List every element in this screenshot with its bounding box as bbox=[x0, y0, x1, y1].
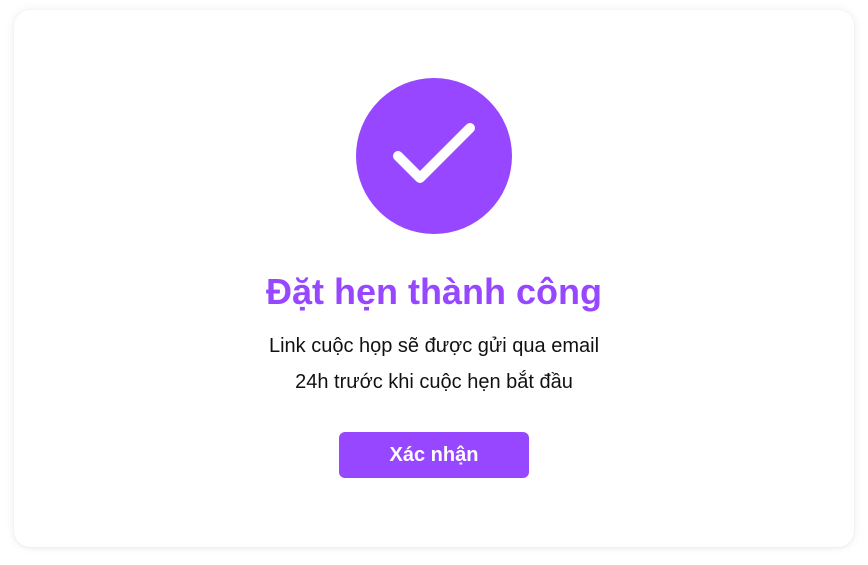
check-circle-icon bbox=[356, 78, 512, 234]
dialog-title: Đặt hẹn thành công bbox=[266, 271, 602, 312]
dialog-message-line-1: Link cuộc họp sẽ được gửi qua email bbox=[268, 335, 600, 357]
confirm-button[interactable]: Xác nhận bbox=[339, 432, 529, 478]
checkmark-icon bbox=[393, 123, 475, 183]
dialog-message-line-2: 24h trước khi cuộc hẹn bắt đầu bbox=[295, 371, 573, 393]
success-dialog: Đặt hẹn thành công Link cuộc họp sẽ được… bbox=[14, 10, 854, 547]
